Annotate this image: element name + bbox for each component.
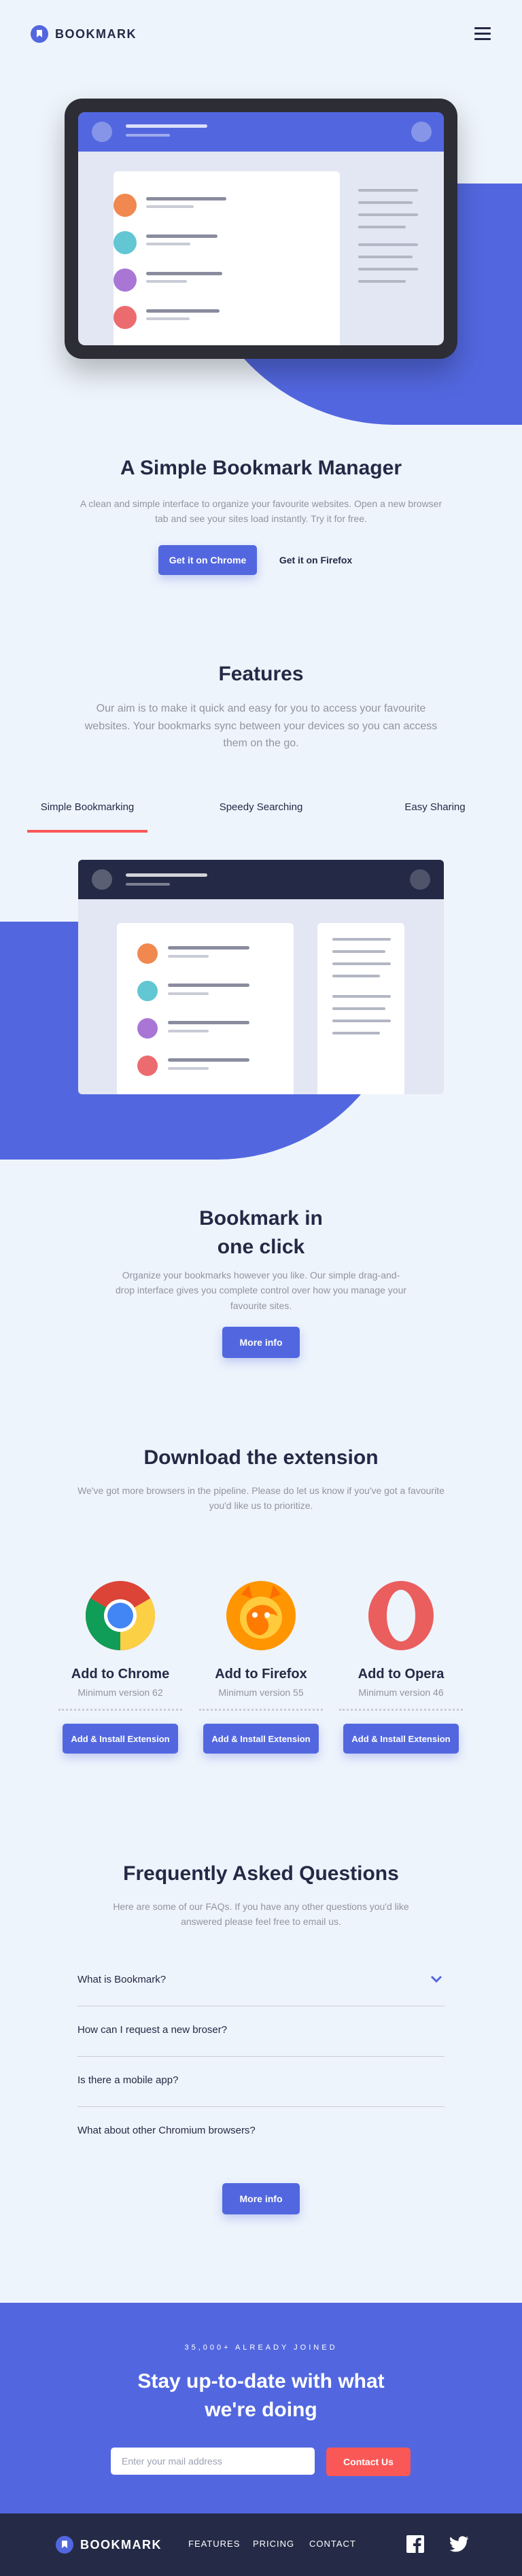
footer-link-pricing[interactable]: PRICING xyxy=(253,2539,294,2549)
faq-item[interactable]: Is there a mobile app? xyxy=(77,2057,445,2107)
header: BOOKMARK xyxy=(0,0,522,68)
extension-min-version: Minimum version 62 xyxy=(77,1687,163,1698)
facebook-icon[interactable] xyxy=(406,2535,424,2553)
features-description: Our aim is to make it quick and easy for… xyxy=(84,703,438,750)
hero-description: A clean and simple interface to organize… xyxy=(80,498,442,525)
faq-question: What about other Chromium browsers? xyxy=(77,2125,256,2136)
twitter-icon[interactable] xyxy=(450,2535,469,2553)
bookmark-logo-icon xyxy=(56,2536,73,2554)
logo[interactable]: BOOKMARK xyxy=(31,25,137,43)
features-illustration xyxy=(78,860,444,1094)
footer-link-contact[interactable]: CONTACT xyxy=(309,2539,356,2549)
cta-kicker: 35,000+ ALREADY JOINED xyxy=(184,2344,338,2352)
dotted-divider xyxy=(199,1709,323,1711)
extension-min-version: Minimum version 55 xyxy=(218,1687,304,1698)
extension-name: Add to Opera xyxy=(358,1667,445,1682)
faq-title: Frequently Asked Questions xyxy=(123,1862,399,1885)
install-chrome-button[interactable]: Add & Install Extension xyxy=(63,1724,178,1754)
get-firefox-button[interactable]: Get it on Firefox xyxy=(266,545,365,575)
faq-item[interactable]: What is Bookmark? xyxy=(77,1956,445,2006)
tab-speedy-searching[interactable]: Speedy Searching xyxy=(201,782,321,833)
footer-link-features[interactable]: FEATURES xyxy=(188,2539,240,2549)
features-tabs: Simple Bookmarking Speedy Searching Easy… xyxy=(0,782,522,833)
extension-min-version: Minimum version 46 xyxy=(358,1687,444,1698)
extension-card-chrome: Add to Chrome Minimum version 62 Add & I… xyxy=(58,1570,182,1757)
contact-us-button[interactable]: Contact Us xyxy=(326,2448,411,2476)
faq-question: Is there a mobile app? xyxy=(77,2074,179,2086)
sidebar-card xyxy=(317,923,404,1094)
install-opera-button[interactable]: Add & Install Extension xyxy=(343,1724,459,1754)
logo-text: BOOKMARK xyxy=(55,27,137,41)
cta-title: Stay up-to-date with what we're doing xyxy=(137,2370,385,2421)
panel-title: Bookmark in one click xyxy=(0,1204,522,1261)
firefox-logo-icon xyxy=(226,1581,296,1650)
dotted-divider xyxy=(58,1709,182,1711)
tab-easy-sharing[interactable]: Easy Sharing xyxy=(375,782,495,833)
download-title: Download the extension xyxy=(143,1446,379,1469)
footer-logo-text: BOOKMARK xyxy=(80,2537,162,2552)
tablet-screen xyxy=(78,112,444,345)
extension-card-firefox: Add to Firefox Minimum version 55 Add & … xyxy=(199,1570,323,1757)
dotted-divider xyxy=(339,1709,463,1711)
faq-question: How can I request a new broser? xyxy=(77,2024,228,2036)
hero-title: A Simple Bookmark Manager xyxy=(120,457,402,479)
faq-item[interactable]: How can I request a new broser? xyxy=(77,2006,445,2057)
download-description: We've got more browsers in the pipeline.… xyxy=(77,1485,445,1512)
panel-description: Organize your bookmarks however you like… xyxy=(116,1270,407,1311)
panel-title-line-2: one click xyxy=(217,1236,305,1258)
install-firefox-button[interactable]: Add & Install Extension xyxy=(203,1724,319,1754)
extension-card-opera: Add to Opera Minimum version 46 Add & In… xyxy=(339,1570,463,1757)
landing-page: BOOKMARK A Simple Bookmark Manager A cle… xyxy=(0,0,522,2576)
opera-logo-icon xyxy=(368,1581,434,1650)
extension-name: Add to Firefox xyxy=(215,1667,307,1682)
faq-item[interactable]: What about other Chromium browsers? xyxy=(77,2107,445,2157)
footer: BOOKMARK FEATURES PRICING CONTACT xyxy=(0,2513,522,2576)
faq-more-info-button[interactable]: More info xyxy=(222,2183,300,2214)
hero-tablet-illustration xyxy=(65,99,457,359)
chevron-down-icon xyxy=(430,1975,442,1983)
email-input[interactable] xyxy=(111,2448,315,2475)
faq-description: Here are some of our FAQs. If you have a… xyxy=(113,1901,409,1928)
screen-topbar xyxy=(78,860,444,899)
screen-topbar xyxy=(78,112,444,152)
footer-logo[interactable]: BOOKMARK xyxy=(56,2536,162,2554)
get-chrome-button[interactable]: Get it on Chrome xyxy=(158,545,257,575)
tab-simple-bookmarking[interactable]: Simple Bookmarking xyxy=(27,782,147,833)
bookmark-list-card xyxy=(117,923,294,1094)
cta-section: 35,000+ ALREADY JOINED Stay up-to-date w… xyxy=(0,2303,522,2513)
extension-name: Add to Chrome xyxy=(71,1667,170,1682)
panel-more-info-button[interactable]: More info xyxy=(222,1327,300,1358)
faq-question: What is Bookmark? xyxy=(77,1974,167,1985)
chrome-logo-icon xyxy=(86,1581,155,1650)
hamburger-icon[interactable] xyxy=(474,27,491,41)
bookmark-logo-icon xyxy=(31,25,48,43)
bookmark-list-card xyxy=(114,171,340,345)
panel-title-line-1: Bookmark in xyxy=(199,1207,323,1230)
features-title: Features xyxy=(218,663,304,685)
